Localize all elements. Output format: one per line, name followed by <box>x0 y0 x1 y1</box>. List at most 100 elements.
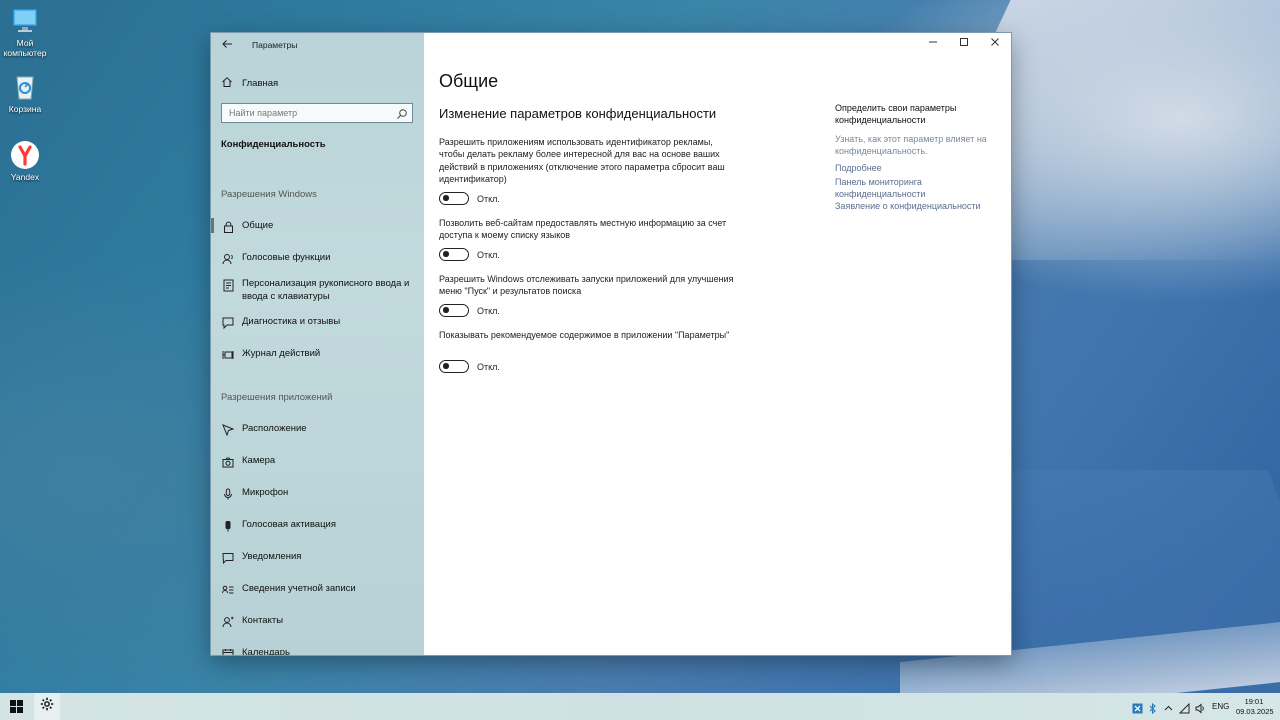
option-suggested-content-text: Показывать рекомендуемое содержимое в пр… <box>439 330 730 340</box>
sidebar-item-inking-typing[interactable]: Персонализация рукописного ввода и ввода… <box>221 277 421 303</box>
search-input[interactable]: Найти параметр <box>221 103 413 123</box>
sidebar-item-contacts[interactable]: Контакты <box>221 614 421 629</box>
toggle-knob <box>443 195 449 201</box>
recycle-bin-icon <box>10 72 40 102</box>
toggle-state-label: Откл. <box>477 194 500 204</box>
option-advertising-id-text: Разрешить приложениям использовать идент… <box>439 137 725 185</box>
desktop-icon-label: Yandex <box>10 172 40 182</box>
toggle-knob <box>443 363 449 369</box>
right-panel-description: Узнать, как этот параметр влияет на конф… <box>835 134 987 156</box>
window-title: Параметры <box>252 40 298 50</box>
sidebar-item-label: Контакты <box>242 615 284 626</box>
volume-icon[interactable] <box>1195 701 1206 714</box>
search-placeholder: Найти параметр <box>229 108 298 118</box>
sidebar-item-diagnostics[interactable]: Диагностика и отзывы <box>221 315 421 330</box>
option-language-list-text: Позволить веб-сайтам предоставлять местн… <box>439 218 727 241</box>
main-content: Общие Изменение параметров конфиденциаль… <box>424 33 1011 655</box>
sidebar-item-camera[interactable]: Камера <box>221 454 421 469</box>
contacts-icon <box>221 615 235 629</box>
sidebar-item-account-info[interactable]: Сведения учетной записи <box>221 582 421 597</box>
yandex-browser-icon <box>10 140 40 170</box>
category-title: Конфиденциальность <box>221 139 326 150</box>
sidebar-item-label: Уведомления <box>242 551 302 562</box>
location-icon <box>221 423 235 437</box>
taskbar: ENG 19:01 09.03.2025 <box>0 693 1280 720</box>
link-learn-more[interactable]: Подробнее <box>835 162 995 174</box>
clock-date: 09.03.2025 <box>1236 707 1274 716</box>
back-arrow-icon[interactable] <box>221 38 233 50</box>
sidebar-item-microphone[interactable]: Микрофон <box>221 486 421 501</box>
bluetooth-icon[interactable] <box>1147 701 1158 715</box>
sidebar-item-general[interactable]: Общие <box>221 219 421 234</box>
desktop-icon-recycle-bin[interactable]: Корзина <box>0 72 50 114</box>
notification-icon <box>221 551 235 565</box>
timeline-icon <box>221 348 235 362</box>
clock[interactable]: 19:01 09.03.2025 <box>1236 697 1274 717</box>
toggle-state-label: Откл. <box>477 250 500 260</box>
sidebar-item-label: Голосовые функции <box>242 252 331 263</box>
speech-icon <box>221 252 235 266</box>
nav-home[interactable]: Главная <box>221 76 278 90</box>
taskbar-settings-app[interactable] <box>34 693 60 720</box>
microphone-icon <box>221 487 235 501</box>
sidebar-item-label: Камера <box>242 455 276 466</box>
toggle-state-label: Откл. <box>477 362 500 372</box>
account-info-icon <box>221 583 235 597</box>
feedback-icon <box>221 316 235 330</box>
link-privacy-dashboard[interactable]: Панель мониторинга конфиденциальности <box>835 176 955 200</box>
calendar-icon <box>221 647 235 655</box>
sidebar-item-label: Диагностика и отзывы <box>242 316 341 327</box>
language-list-toggle[interactable] <box>439 248 469 261</box>
windows-start-icon[interactable] <box>10 700 23 713</box>
sidebar-item-label: Журнал действий <box>242 348 321 359</box>
nav-home-label: Главная <box>242 77 279 89</box>
camera-icon <box>221 455 235 469</box>
sidebar-item-label: Расположение <box>242 423 307 434</box>
sidebar-item-speech[interactable]: Голосовые функции <box>221 251 421 266</box>
link-privacy-statement[interactable]: Заявление о конфиденциальности <box>835 200 995 212</box>
maximize-button[interactable] <box>957 37 971 51</box>
desktop-icon-my-computer[interactable]: Мой компьютер <box>0 6 50 58</box>
minimize-button[interactable] <box>926 37 940 51</box>
toggle-knob <box>443 307 449 313</box>
option-app-launch-tracking-text: Разрешить Windows отслеживать запуски пр… <box>439 274 734 297</box>
home-icon <box>221 76 235 91</box>
network-icon[interactable] <box>1178 701 1190 714</box>
tray-app-icon[interactable] <box>1132 701 1143 714</box>
desktop-icon-label: Мой компьютер <box>3 38 47 58</box>
desktop-icon-yandex[interactable]: Yandex <box>0 140 50 182</box>
sidebar-item-label: Микрофон <box>242 487 289 498</box>
section-subtitle: Изменение параметров конфиденциальности <box>439 106 717 121</box>
sidebar-item-label: Голосовая активация <box>242 519 336 530</box>
sidebar: Параметры Главная Найти параметр Конфиде… <box>211 33 424 655</box>
sidebar-item-voice-activation[interactable]: Голосовая активация <box>221 518 421 533</box>
sidebar-item-location[interactable]: Расположение <box>221 422 421 437</box>
handwriting-icon <box>221 278 235 292</box>
right-panel-heading: Определить свои параметры конфиденциальн… <box>835 103 957 125</box>
search-icon[interactable] <box>396 107 408 119</box>
section-windows-permissions: Разрешения Windows <box>221 189 317 200</box>
sidebar-item-activity-history[interactable]: Журнал действий <box>221 347 421 362</box>
sidebar-item-label: Персонализация рукописного ввода и ввода… <box>242 278 410 302</box>
language-indicator[interactable]: ENG <box>1212 702 1229 711</box>
desktop-icon-label: Корзина <box>8 104 42 114</box>
gear-icon <box>40 697 54 716</box>
sidebar-item-calendar[interactable]: Календарь <box>221 646 421 655</box>
app-launch-tracking-toggle[interactable] <box>439 304 469 317</box>
close-button[interactable] <box>988 37 1002 51</box>
settings-window: Параметры Главная Найти параметр Конфиде… <box>211 33 1011 655</box>
sidebar-item-label: Календарь <box>242 647 290 655</box>
voice-activation-icon <box>221 519 235 533</box>
clock-time: 19:01 <box>1244 697 1264 706</box>
sidebar-item-notifications[interactable]: Уведомления <box>221 550 421 565</box>
page-title: Общие <box>439 71 499 91</box>
sidebar-item-label: Общие <box>242 220 274 231</box>
toggle-state-label: Откл. <box>477 306 500 316</box>
sidebar-item-label: Сведения учетной записи <box>242 583 356 594</box>
section-app-permissions: Разрешения приложений <box>221 392 333 403</box>
suggested-content-toggle[interactable] <box>439 360 469 373</box>
show-hidden-icons-chevron-icon[interactable] <box>1163 701 1174 712</box>
lock-icon <box>221 220 235 234</box>
advertising-id-toggle[interactable] <box>439 192 469 205</box>
active-indicator <box>211 218 214 233</box>
